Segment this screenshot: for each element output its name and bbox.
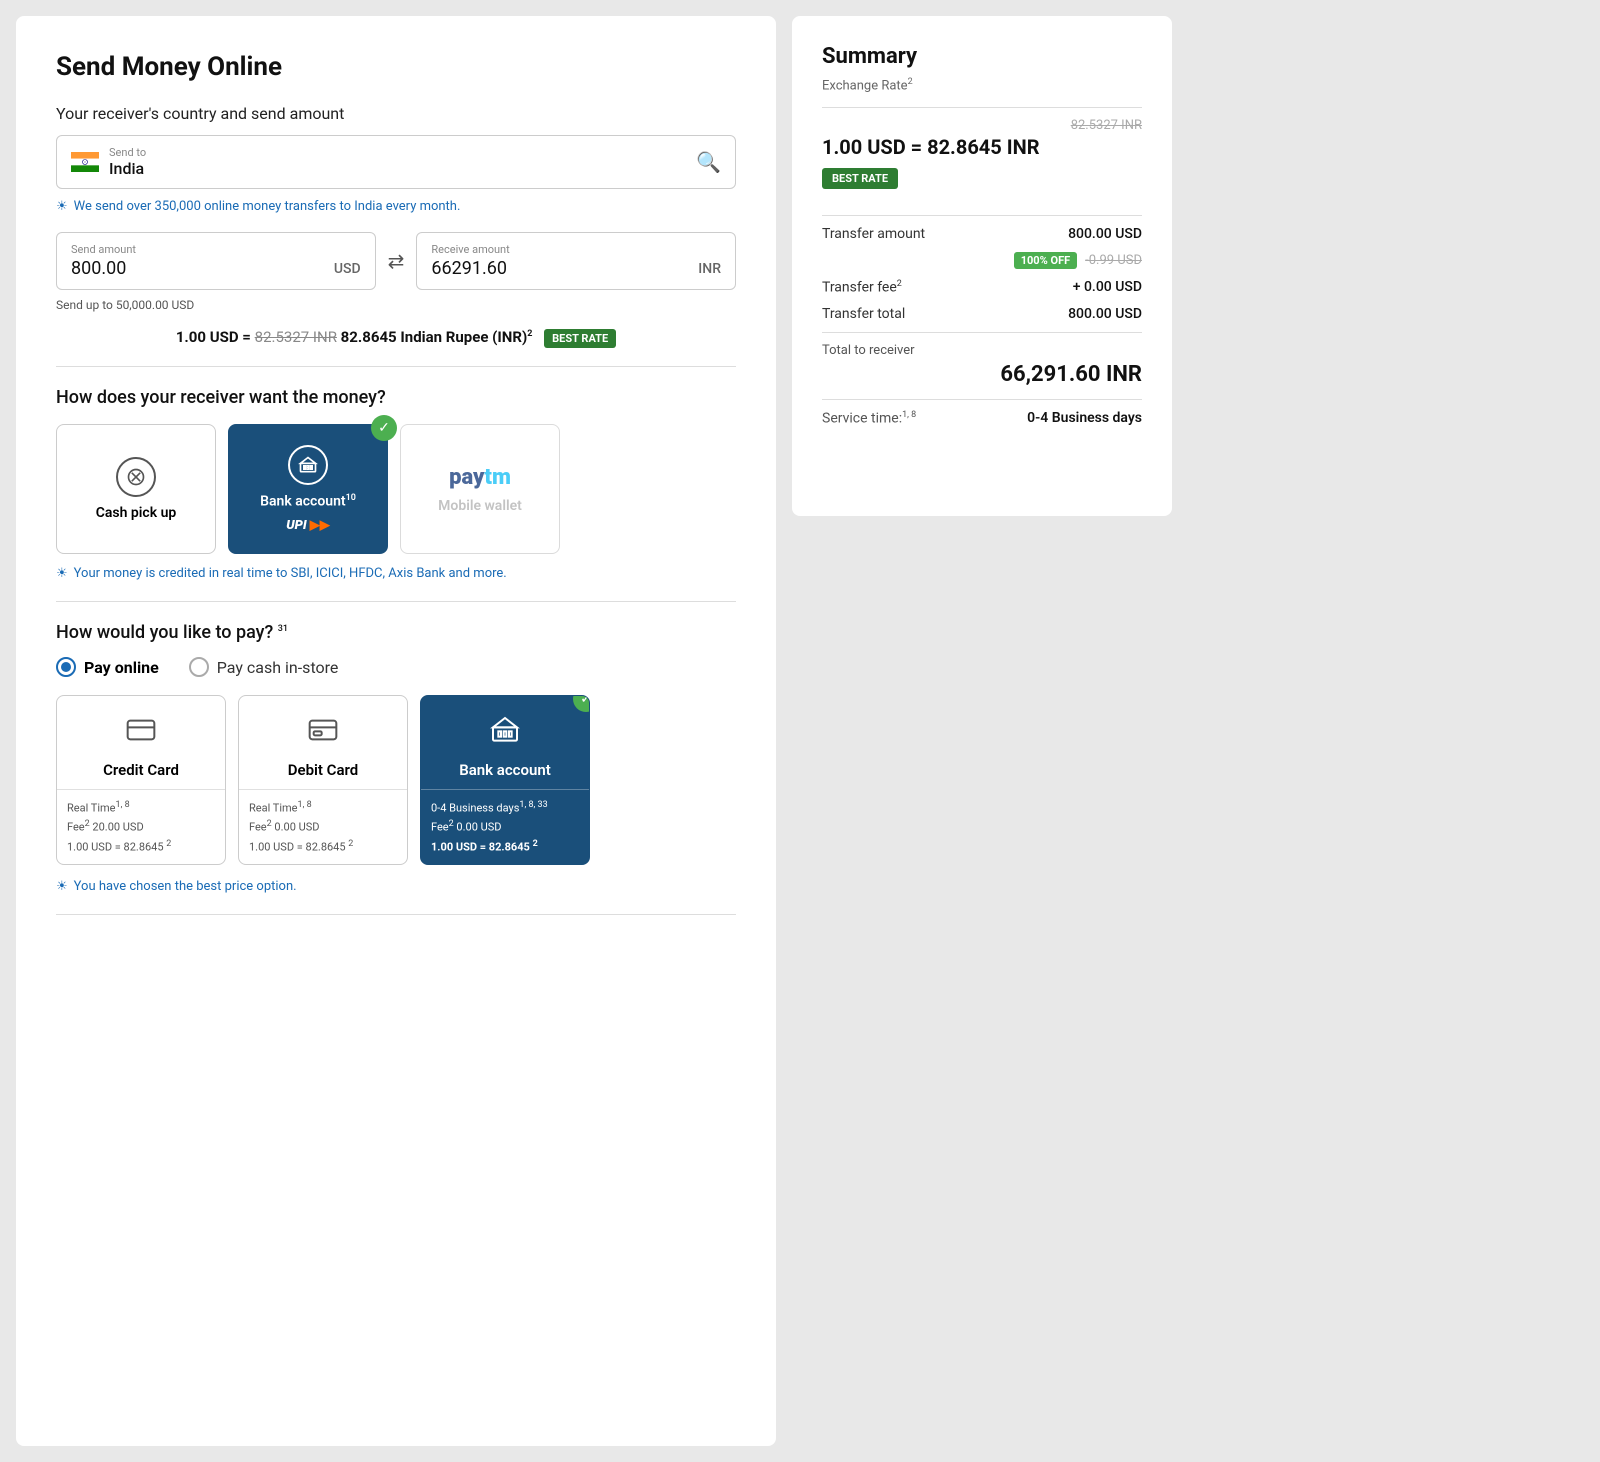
transfer-total-label: Transfer total [822,306,905,322]
transfer-fee-row: Transfer fee2 + 0.00 USD [822,279,1142,296]
service-label: Service time:1, 8 [822,410,916,427]
how-pay-section: How would you like to pay? 31 Pay online… [56,622,736,894]
bank-account-card[interactable]: ✓ Bank account10 UPI ▶▶ [228,424,388,554]
total-receiver-label: Total to receiver [822,343,1142,358]
credit-card-label: Credit Card [103,761,179,779]
service-time-value: 0-4 Business days [1027,410,1142,427]
debit-card-top: Debit Card [239,696,407,789]
pay-store-label: Pay cash in-store [217,658,339,677]
bank-pay-option[interactable]: ✓ Bank account 0-4 Business da [420,695,590,865]
sun-icon: ☀ [56,199,68,214]
pay-store-option[interactable]: Pay cash in-store [189,657,339,677]
country-select[interactable]: Send to India 🔍 [56,135,736,189]
rate-new: 82.8645 Indian Rupee (INR)2 [341,328,533,346]
send-limit: Send up to 50,000.00 USD [56,298,736,312]
cash-icon [116,457,156,497]
credit-card-icon [125,714,157,753]
summary-best-rate-badge: BEST RATE [822,168,898,189]
summary-rate-main: 1.00 USD = 82.8645 INR [822,135,1142,159]
debit-card-icon [307,714,339,753]
pay-section-label: How would you like to pay? 31 [56,622,736,643]
send-amount-label: Send amount [71,243,361,256]
india-flag [71,152,99,172]
paytm-logo: paytm [449,465,511,490]
bank-icon [288,445,328,485]
discount-row: 100% OFF -0.99 USD [822,252,1142,269]
credit-card-details: Real Time1, 8 Fee2 20.00 USD 1.00 USD = … [57,789,225,864]
pay-cards: Credit Card Real Time1, 8 Fee2 20.00 USD… [56,695,736,865]
swap-icon[interactable]: ⇄ [388,249,405,273]
cash-pickup-label: Cash pick up [96,505,177,521]
how-receive-label: How does your receiver want the money? [56,387,736,408]
transfer-total-row: Transfer total 800.00 USD [822,306,1142,322]
transfer-amount-row: Transfer amount 800.00 USD [822,226,1142,242]
send-to-label: Send to [109,146,146,159]
transfer-fee-label: Transfer fee2 [822,279,902,296]
transfer-total-value: 800.00 USD [1068,306,1142,322]
divider-1 [56,601,736,602]
country-info-text: ☀ We send over 350,000 online money tran… [56,199,736,214]
country-name: India [109,159,144,178]
rate-row: 1.00 USD = 82.5327 INR 82.8645 Indian Ru… [56,328,736,367]
page-title: Send Money Online [56,52,736,82]
search-icon[interactable]: 🔍 [696,150,721,174]
mobile-wallet-label: Mobile wallet [438,498,522,514]
credit-card-top: Credit Card [57,696,225,789]
transfer-amount-label: Transfer amount [822,226,925,242]
exchange-rate-label: Exchange Rate2 [822,77,1142,93]
original-fee: -0.99 USD [1085,253,1142,268]
discount-badge: 100% OFF [1014,252,1077,269]
country-info: Send to India [109,146,146,178]
transfer-fee-value: + 0.00 USD [1073,279,1142,295]
upi-label: UPI ▶▶ [286,518,329,533]
bank-check-badge: ✓ [371,415,397,441]
receive-amount-label: Receive amount [431,243,721,256]
transfer-amount-value: 800.00 USD [1068,226,1142,242]
best-rate-badge: BEST RATE [544,329,616,348]
receive-currency: INR [698,261,721,277]
send-currency: USD [334,261,361,277]
debit-card-label: Debit Card [288,761,359,779]
divider-2 [56,914,736,915]
summary-title: Summary [822,44,1142,69]
bank-pay-label: Bank account [459,761,551,779]
how-receive-section: How does your receiver want the money? C… [56,387,736,581]
country-select-left: Send to India [71,146,146,178]
pay-online-label: Pay online [84,658,159,677]
rate-old: 82.5327 INR [255,328,337,346]
best-price-text: ☀ You have chosen the best price option. [56,879,736,894]
bank-pay-icon [489,714,521,753]
main-panel: Send Money Online Your receiver's countr… [16,16,776,1446]
receive-amount-value[interactable]: 66291.60 [431,258,507,279]
summary-divider-1 [822,107,1142,108]
total-receiver-amount: 66,291.60 INR [822,362,1142,387]
summary-rate-old: 82.5327 INR [822,118,1142,133]
bank-info-text: ☀ Your money is credited in real time to… [56,566,736,581]
summary-divider-3 [822,332,1142,333]
debit-card-option[interactable]: Debit Card Real Time1, 8 Fee2 0.00 USD 1… [238,695,408,865]
pay-online-option[interactable]: Pay online [56,657,159,677]
sun-icon-2: ☀ [56,566,68,581]
sun-icon-3: ☀ [56,879,68,894]
bank-pay-top: Bank account [421,696,589,789]
pay-store-radio[interactable] [189,657,209,677]
debit-card-details: Real Time1, 8 Fee2 0.00 USD 1.00 USD = 8… [239,789,407,864]
method-cards: Cash pick up ✓ Bank account10 UPI [56,424,736,554]
receiver-section-label: Your receiver's country and send amount [56,104,736,123]
receive-amount-box[interactable]: Receive amount 66291.60 INR [416,232,736,290]
pay-online-radio[interactable] [56,657,76,677]
cash-pickup-card[interactable]: Cash pick up [56,424,216,554]
send-amount-value[interactable]: 800.00 [71,258,126,279]
summary-divider-2 [822,215,1142,216]
amount-row: Send amount 800.00 USD ⇄ Receive amount … [56,232,736,290]
send-amount-box[interactable]: Send amount 800.00 USD [56,232,376,290]
mobile-wallet-card[interactable]: paytm Mobile wallet [400,424,560,554]
pay-options: Pay online Pay cash in-store [56,657,736,677]
service-time-row: Service time:1, 8 0-4 Business days [822,410,1142,427]
credit-card-option[interactable]: Credit Card Real Time1, 8 Fee2 20.00 USD… [56,695,226,865]
summary-divider-4 [822,399,1142,400]
bank-pay-details: 0-4 Business days1, 8, 33 Fee2 0.00 USD … [421,789,589,864]
bank-account-label: Bank account10 [260,493,356,510]
summary-panel: Summary Exchange Rate2 82.5327 INR 1.00 … [792,16,1172,516]
